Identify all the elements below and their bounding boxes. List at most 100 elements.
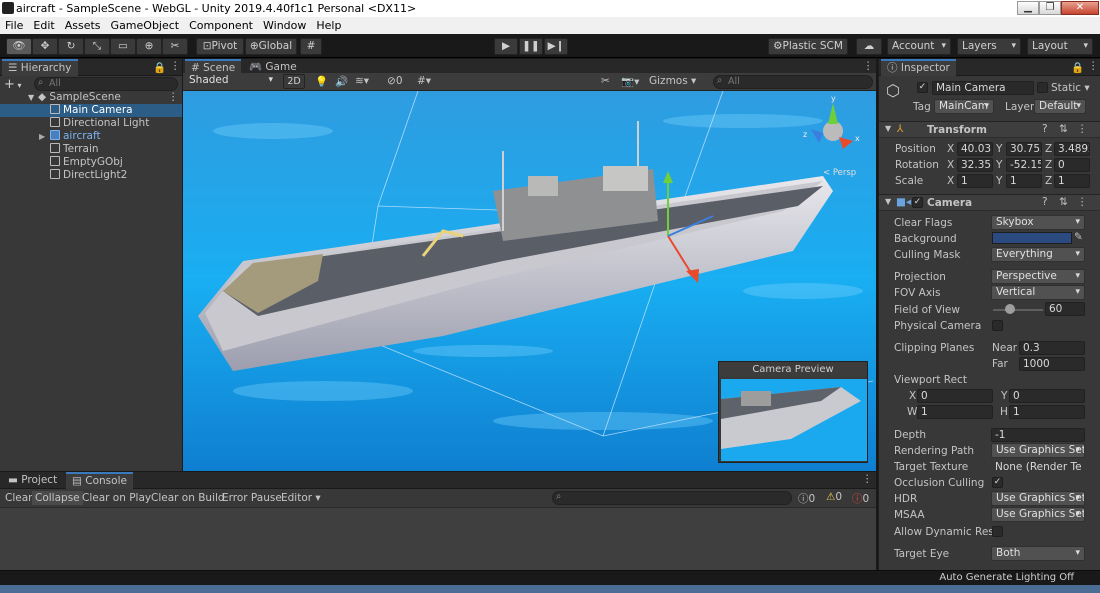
clear-button[interactable]: Clear — [2, 491, 35, 505]
console-search-input[interactable] — [552, 491, 792, 505]
component-more-icon[interactable]: ⋮ — [1077, 196, 1088, 208]
culling-mask-dropdown[interactable]: Everything — [991, 247, 1085, 262]
menu-assets[interactable]: Assets — [60, 19, 106, 32]
layers-dropdown[interactable]: Layers — [957, 38, 1021, 55]
scene-viewport[interactable]: y z x < Persp Camera Preview — [183, 91, 876, 471]
far-field[interactable]: 1000 — [1019, 357, 1085, 371]
close-button[interactable]: ✕ — [1061, 1, 1099, 15]
dynamic-resolution-checkbox[interactable] — [992, 526, 1003, 537]
hidden-objects-icon[interactable]: ⊘0 — [387, 75, 403, 87]
menu-edit[interactable]: Edit — [28, 19, 59, 32]
warning-count[interactable]: ⚠0 — [826, 491, 842, 503]
transform-header[interactable]: ▼ ⅄ Transform ? ⇅ ⋮ — [879, 121, 1100, 138]
console-more-icon[interactable]: ⋮ — [862, 473, 873, 485]
fov-slider-handle[interactable] — [1004, 304, 1015, 314]
tab-hierarchy[interactable]: ☰ Hierarchy — [2, 59, 78, 76]
info-count[interactable]: ⓘ0 — [798, 491, 815, 506]
play-button[interactable]: ▶ — [494, 38, 518, 55]
menu-gameobject[interactable]: GameObject — [106, 19, 185, 32]
viewport-w-field[interactable]: 1 — [917, 405, 993, 419]
msaa-dropdown[interactable]: Use Graphics Set — [991, 507, 1085, 522]
occlusion-culling-checkbox[interactable]: ✓ — [992, 477, 1003, 488]
viewport-y-field[interactable]: 0 — [1009, 389, 1085, 403]
lighting-status[interactable]: Auto Generate Lighting Off — [939, 572, 1074, 583]
rotation-x-field[interactable]: 32.35 — [957, 158, 993, 172]
scale-x-field[interactable]: 1 — [957, 174, 993, 188]
scale-tool-icon[interactable]: ⤡ — [84, 38, 110, 55]
error-pause-button[interactable]: Error Pause — [219, 491, 285, 505]
lock-icon[interactable]: 🔒 — [153, 61, 166, 74]
position-x-field[interactable]: 40.03 — [957, 142, 993, 156]
camera-enabled-checkbox[interactable]: ✓ — [912, 197, 923, 208]
clear-flags-dropdown[interactable]: Skybox — [991, 215, 1085, 230]
help-icon[interactable]: ? — [1042, 196, 1048, 208]
static-checkbox[interactable] — [1037, 82, 1048, 93]
minimize-button[interactable]: ▁ — [1017, 1, 1039, 15]
fov-axis-dropdown[interactable]: Vertical — [991, 285, 1085, 300]
more-menu-icon[interactable]: ⋮ — [1088, 60, 1099, 72]
hierarchy-item-terrain[interactable]: Terrain — [0, 143, 182, 156]
tab-project[interactable]: ▬ Project — [2, 472, 63, 489]
rotation-z-field[interactable]: 0 — [1054, 158, 1090, 172]
scene-more-icon[interactable]: ⋮ — [863, 60, 874, 72]
move-tool-icon[interactable]: ✥ — [32, 38, 58, 55]
object-name-field[interactable]: Main Camera — [932, 81, 1034, 95]
audio-speaker-icon[interactable]: 🔊 — [335, 75, 348, 88]
gizmos-dropdown[interactable]: Gizmos ▾ — [649, 75, 696, 87]
hierarchy-item-directional-light[interactable]: Directional Light — [0, 117, 182, 130]
viewport-x-field[interactable]: 0 — [917, 389, 993, 403]
physical-camera-checkbox[interactable] — [992, 320, 1003, 331]
component-more-icon[interactable]: ⋮ — [1077, 123, 1088, 135]
near-field[interactable]: 0.3 — [1019, 341, 1085, 355]
hierarchy-item-main-camera[interactable]: Main Camera — [0, 104, 182, 117]
expand-arrow-icon[interactable]: ▶ — [39, 130, 45, 143]
error-count[interactable]: ⓘ0 — [852, 491, 869, 506]
static-dropdown[interactable]: Static ▾ — [1051, 82, 1090, 94]
custom-tool-icon[interactable]: ✂ — [162, 38, 188, 55]
menu-file[interactable]: File — [0, 19, 28, 32]
grid-snap-icon[interactable]: # — [300, 38, 322, 55]
add-button[interactable]: + ▾ — [4, 77, 21, 92]
maximize-button[interactable]: ❐ — [1039, 1, 1061, 15]
preset-icon[interactable]: ⇅ — [1059, 123, 1068, 135]
view-tool-eye-icon[interactable]: 👁 — [6, 38, 32, 55]
transform-tool-icon[interactable]: ⊕ — [136, 38, 162, 55]
rotation-y-field[interactable]: -52.15 — [1006, 158, 1042, 172]
plastic-scm-button[interactable]: ⚙Plastic SCM — [768, 38, 848, 55]
viewport-h-field[interactable]: 1 — [1009, 405, 1085, 419]
pause-button[interactable]: ❚❚ — [519, 38, 543, 55]
clear-on-build-button[interactable]: Clear on Build — [148, 491, 228, 505]
console-log-area[interactable] — [0, 507, 876, 570]
position-y-field[interactable]: 30.755 — [1006, 142, 1042, 156]
grid-toggle-icon[interactable]: #▾ — [417, 75, 431, 87]
effects-icon[interactable]: ≋▾ — [355, 75, 369, 87]
global-button[interactable]: ⊕Global — [245, 38, 297, 55]
menu-help[interactable]: Help — [311, 19, 346, 32]
active-checkbox[interactable]: ✓ — [917, 82, 928, 93]
position-z-field[interactable]: 3.4892 — [1054, 142, 1090, 156]
hierarchy-item-directlight2[interactable]: DirectLight2 — [0, 169, 182, 182]
layout-dropdown[interactable]: Layout — [1027, 38, 1093, 55]
scale-y-field[interactable]: 1 — [1006, 174, 1042, 188]
scene-search-input[interactable]: All — [713, 75, 873, 89]
hierarchy-search-input[interactable]: All — [34, 77, 178, 91]
eyedropper-icon[interactable]: ✎ — [1074, 231, 1083, 243]
collapse-button[interactable]: Collapse — [32, 491, 83, 505]
toggle-2d-button[interactable]: 2D — [283, 74, 305, 89]
target-eye-dropdown[interactable]: Both — [991, 546, 1085, 561]
step-button[interactable]: ▶❙ — [544, 38, 568, 55]
camera-icon[interactable]: 📷▾ — [621, 75, 639, 88]
hdr-dropdown[interactable]: Use Graphics Set — [991, 491, 1085, 506]
scale-z-field[interactable]: 1 — [1054, 174, 1090, 188]
scene-more-icon[interactable]: ⋮ — [168, 91, 179, 104]
layer-dropdown[interactable]: Default — [1034, 99, 1086, 114]
lock-icon[interactable]: 🔒 — [1071, 61, 1084, 74]
fov-field[interactable]: 60 — [1045, 302, 1085, 316]
hierarchy-item-aircraft[interactable]: ▶ aircraft — [0, 130, 182, 143]
background-color-swatch[interactable] — [992, 232, 1072, 244]
preset-icon[interactable]: ⇅ — [1059, 196, 1068, 208]
camera-header[interactable]: ▼ ■◂ ✓ Camera ? ⇅ ⋮ — [879, 194, 1100, 211]
persp-label[interactable]: < Persp — [823, 168, 856, 178]
menu-window[interactable]: Window — [258, 19, 311, 32]
cloud-icon[interactable]: ☁ — [856, 38, 882, 55]
